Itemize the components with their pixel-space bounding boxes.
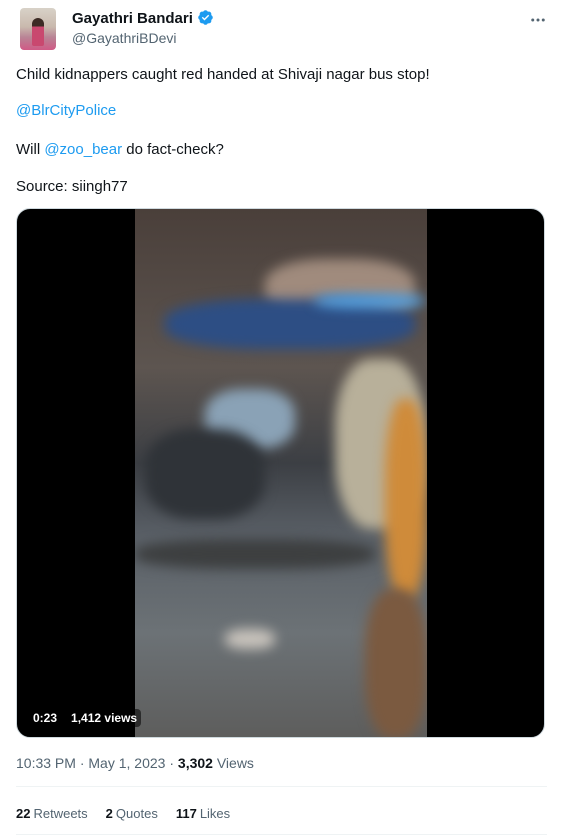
avatar[interactable]	[20, 8, 56, 50]
tweet-time[interactable]: 10:33 PM	[16, 755, 76, 771]
engagement-stats: 22 Retweets 2 Quotes 117 Likes	[16, 806, 230, 821]
more-options-icon[interactable]	[526, 8, 550, 32]
retweets-label: Retweets	[33, 806, 88, 821]
video-blur-shape	[135, 539, 375, 569]
tweet-date[interactable]: May 1, 2023	[88, 755, 165, 771]
video-views: 1,412 views	[67, 709, 142, 727]
mention-blrcitypolice-link[interactable]: @BlrCityPolice	[16, 102, 116, 119]
video-info: 0:23 1,412 views	[29, 709, 142, 727]
divider	[16, 834, 547, 835]
retweets-count: 22	[16, 806, 31, 821]
avatar-figure	[32, 18, 44, 46]
video-frame[interactable]	[135, 209, 427, 737]
video-blur-shape	[225, 629, 275, 649]
likes-count: 117	[175, 806, 197, 821]
video-player[interactable]: 0:23 1,412 views	[16, 208, 545, 738]
likes-label: Likes	[199, 806, 231, 821]
meta-separator: ·	[75, 755, 89, 771]
author-handle[interactable]: @GayathriBDevi	[72, 30, 176, 46]
verified-badge-icon	[197, 9, 214, 30]
video-blur-shape	[365, 589, 427, 737]
video-blur-shape	[145, 429, 265, 519]
views-count: 3,302	[177, 755, 213, 771]
tweet-text-line: Child kidnappers caught red handed at Sh…	[16, 66, 430, 83]
tweet-header: Gayathri Bandari @GayathriBDevi	[0, 0, 563, 60]
quotes-label: Quotes	[115, 806, 158, 821]
divider	[16, 786, 547, 787]
mention-zoo-bear-link[interactable]: @zoo_bear	[44, 141, 122, 158]
author-name-row[interactable]: Gayathri Bandari	[72, 9, 214, 30]
quotes-count: 2	[105, 806, 113, 821]
tweet-meta: 10:33 PM · May 1, 2023 · 3,302 Views	[16, 755, 254, 771]
video-blur-shape	[315, 294, 425, 308]
quotes-stat[interactable]: 2 Quotes	[106, 806, 158, 821]
views-label: Views	[212, 755, 254, 771]
retweets-stat[interactable]: 22 Retweets	[16, 806, 88, 821]
meta-separator: ·	[165, 755, 178, 771]
video-duration: 0:23	[29, 709, 62, 727]
author-name[interactable]: Gayathri Bandari	[72, 10, 193, 27]
tweet-question-prefix: Will	[16, 141, 45, 158]
tweet-question-suffix: do fact-check?	[122, 141, 224, 158]
video-blur-shape	[385, 399, 427, 599]
tweet-question-line: Will @zoo_bear do fact-check?	[16, 141, 224, 158]
tweet-source-line: Source: siingh77	[16, 178, 128, 195]
likes-stat[interactable]: 117 Likes	[176, 806, 230, 821]
